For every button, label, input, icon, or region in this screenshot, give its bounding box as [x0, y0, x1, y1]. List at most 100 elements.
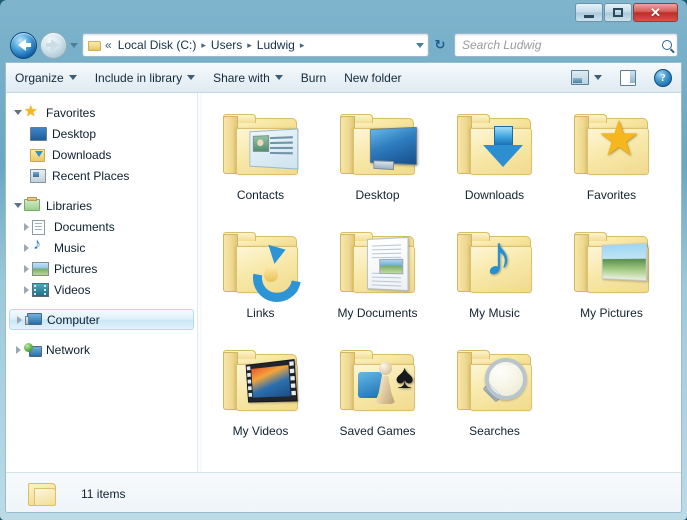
libraries-icon [24, 198, 41, 213]
sidebar-item-favorites[interactable]: Favorites [6, 102, 197, 123]
help-button[interactable]: ? [645, 66, 681, 89]
toolbar-new-folder-button[interactable]: New folder [335, 66, 410, 89]
breadcrumb-separator-icon[interactable]: ▸ [247, 40, 252, 51]
file-item-downloads[interactable]: Downloads [436, 101, 553, 219]
maximize-button[interactable] [604, 3, 632, 22]
history-dropdown-button[interactable] [67, 43, 80, 48]
sidebar-item-label: Documents [54, 220, 115, 234]
nav-group-libraries: Libraries Documents Music [6, 195, 197, 300]
breadcrumb-overflow-icon[interactable]: « [105, 38, 112, 52]
search-box[interactable]: Search Ludwig [454, 33, 678, 57]
file-item-my-pictures[interactable]: My Pictures [553, 219, 670, 337]
breadcrumb-bar[interactable]: « Local Disk (C:) ▸ Users ▸ Ludwig ▸ [82, 33, 429, 57]
close-button[interactable]: ✕ [633, 3, 678, 22]
sidebar-item-documents[interactable]: Documents [6, 216, 197, 237]
document-page-icon [367, 237, 408, 291]
breadcrumb-item-users[interactable]: Users [209, 37, 244, 53]
file-item-my-videos[interactable]: My Videos [202, 337, 319, 455]
folder-icon [28, 481, 58, 507]
file-item-my-documents[interactable]: My Documents [319, 219, 436, 337]
file-item-desktop[interactable]: Desktop [319, 101, 436, 219]
sidebar-item-pictures[interactable]: Pictures [6, 258, 197, 279]
sidebar-item-label: Desktop [52, 127, 96, 141]
file-item-saved-games[interactable]: ♠ Saved Games [319, 337, 436, 455]
toolbar-label: Burn [301, 71, 326, 85]
file-item-label: Saved Games [339, 425, 415, 438]
file-item-label: My Documents [337, 307, 417, 320]
sidebar-item-downloads[interactable]: Downloads [6, 144, 197, 165]
folder-icon [88, 40, 101, 51]
navigation-pane: Favorites Desktop Downloads Recent Place… [6, 93, 198, 472]
sidebar-item-computer[interactable]: Computer [9, 309, 194, 330]
expander-icon[interactable] [20, 223, 32, 231]
change-view-button[interactable] [562, 66, 611, 89]
file-item-label: Contacts [237, 189, 284, 202]
toolbar-burn-button[interactable]: Burn [292, 66, 335, 89]
sidebar-item-music[interactable]: Music [6, 237, 197, 258]
folder-links-icon [223, 219, 299, 307]
file-item-label: My Videos [233, 425, 289, 438]
file-item-label: Desktop [355, 189, 399, 202]
expander-icon[interactable] [20, 244, 32, 252]
expander-icon[interactable] [13, 316, 25, 324]
minimize-button[interactable] [575, 3, 603, 22]
chevron-down-icon [594, 75, 602, 80]
expander-icon[interactable] [20, 265, 32, 273]
address-bar: « Local Disk (C:) ▸ Users ▸ Ludwig ▸ ↻ S… [0, 28, 687, 62]
sidebar-item-label: Recent Places [52, 169, 129, 183]
chevron-down-icon [416, 43, 424, 48]
sidebar-item-label: Pictures [54, 262, 97, 276]
command-toolbar: Organize Include in library Share with B… [6, 63, 681, 93]
sidebar-item-label: Computer [47, 313, 100, 327]
file-item-label: My Music [469, 307, 520, 320]
folder-documents-icon [340, 219, 416, 307]
breadcrumb-item-ludwig[interactable]: Ludwig [255, 37, 297, 53]
refresh-button[interactable]: ↻ [429, 37, 451, 53]
monitor-icon [369, 127, 416, 165]
sidebar-item-label: Videos [54, 283, 90, 297]
curved-arrow-icon [247, 244, 293, 288]
expander-icon[interactable] [20, 286, 32, 294]
games-icon: ♠ [358, 358, 414, 406]
sidebar-item-label: Network [46, 343, 90, 357]
icon-grid: Contacts Desktop [202, 101, 681, 455]
expander-icon[interactable] [12, 346, 24, 354]
toolbar-organize-button[interactable]: Organize [6, 66, 86, 89]
sidebar-item-recent-places[interactable]: Recent Places [6, 165, 197, 186]
address-dropdown-button[interactable] [412, 43, 428, 48]
sidebar-item-network[interactable]: Network [6, 339, 197, 360]
breadcrumb-separator-icon[interactable]: ▸ [300, 40, 305, 51]
file-item-links[interactable]: Links [202, 219, 319, 337]
breadcrumb-separator-icon[interactable]: ▸ [201, 40, 206, 51]
forward-button[interactable] [40, 32, 67, 59]
breadcrumb-item-local-disk[interactable]: Local Disk (C:) [116, 37, 199, 53]
sidebar-item-libraries[interactable]: Libraries [6, 195, 197, 216]
music-icon [32, 240, 49, 255]
folder-pictures-icon [574, 219, 650, 307]
title-bar: ✕ [0, 0, 687, 28]
spade-icon: ♠ [395, 360, 413, 394]
search-input[interactable]: Search Ludwig [455, 38, 657, 52]
star-icon [24, 105, 41, 120]
file-item-contacts[interactable]: Contacts [202, 101, 319, 219]
file-item-searches[interactable]: Searches [436, 337, 553, 455]
sidebar-item-label: Music [54, 241, 85, 255]
download-arrow-icon [483, 126, 523, 168]
sidebar-item-desktop[interactable]: Desktop [6, 123, 197, 144]
nav-group-computer: Computer [6, 309, 197, 330]
breadcrumb: « Local Disk (C:) ▸ Users ▸ Ludwig ▸ [105, 37, 307, 53]
back-button[interactable] [10, 32, 37, 59]
sidebar-item-videos[interactable]: Videos [6, 279, 197, 300]
item-count-label: 11 items [81, 487, 125, 501]
file-item-favorites[interactable]: Favorites [553, 101, 670, 219]
toolbar-share-with-button[interactable]: Share with [204, 66, 292, 89]
chevron-down-icon [187, 75, 195, 80]
expander-icon[interactable] [12, 203, 24, 208]
toolbar-include-in-library-button[interactable]: Include in library [86, 66, 204, 89]
toolbar-label: Share with [213, 71, 270, 85]
nav-group-network: Network [6, 339, 197, 360]
show-preview-pane-button[interactable] [611, 66, 645, 89]
expander-icon[interactable] [12, 110, 24, 115]
file-item-label: Downloads [465, 189, 524, 202]
file-item-my-music[interactable]: My Music [436, 219, 553, 337]
